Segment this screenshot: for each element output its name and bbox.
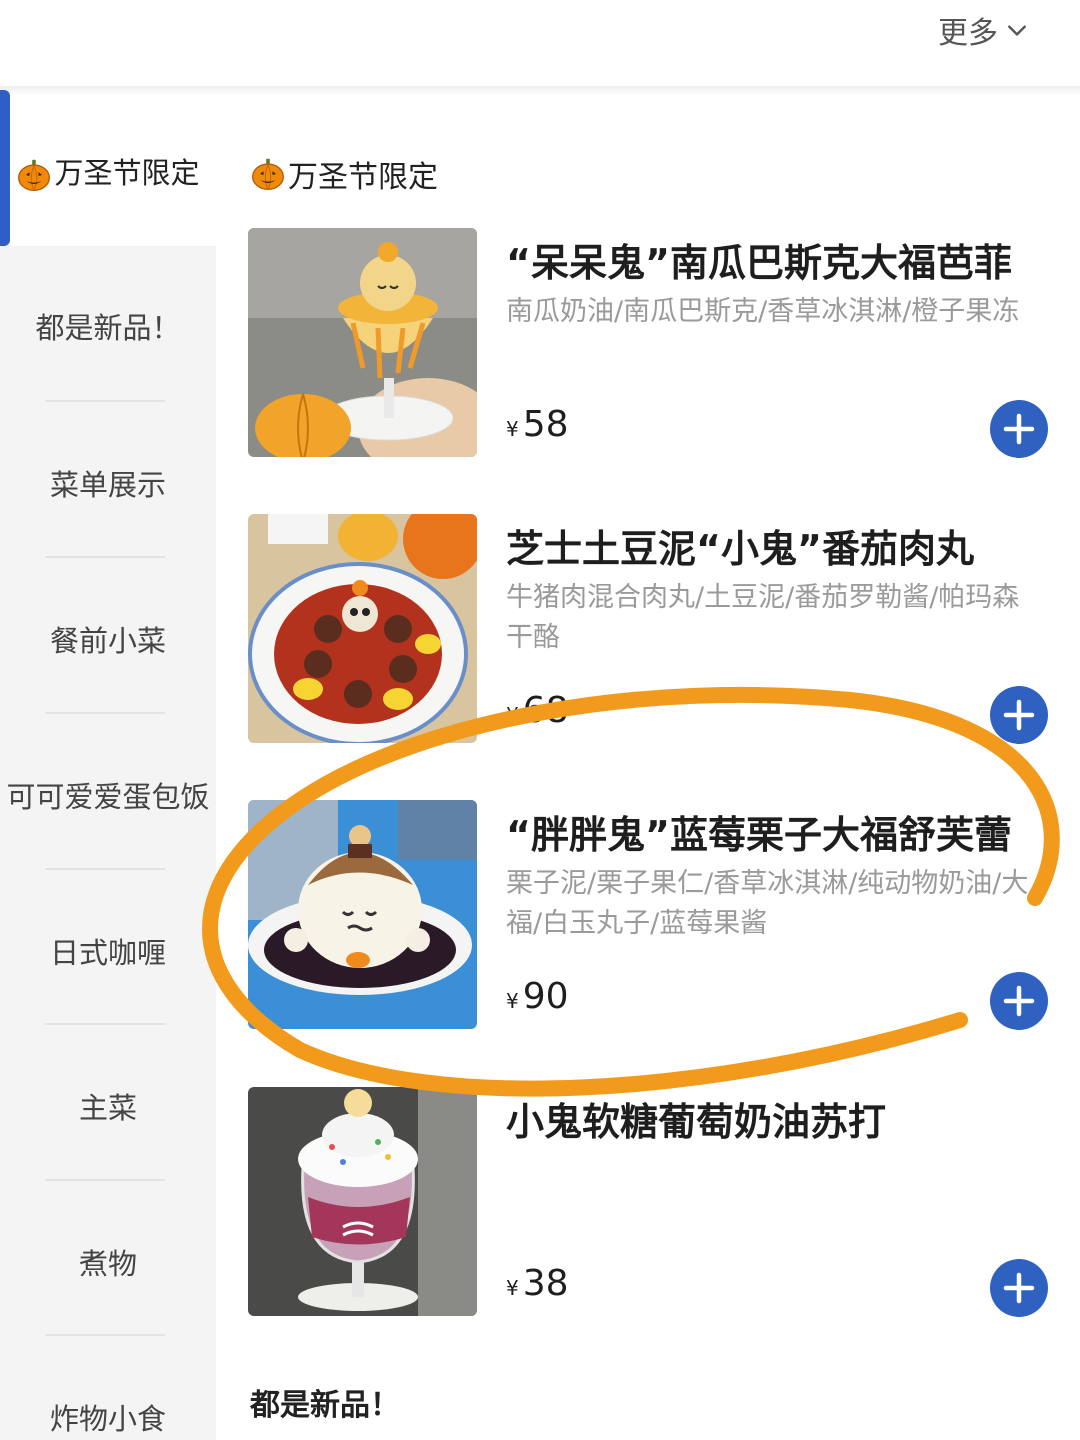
sidebar-item-label: 可可爱爱蛋包饭 [6, 780, 210, 814]
sidebar-item-menu[interactable]: 菜单展示 [0, 462, 216, 504]
price-value: 90 [522, 976, 569, 1017]
item-name: 小鬼软糖葡萄奶油苏打 [506, 1100, 887, 1144]
add-to-cart-button[interactable] [990, 400, 1048, 458]
item-description: 南瓜奶油/南瓜巴斯克/香草冰淇淋/橙子果冻 [506, 296, 1020, 327]
sidebar-divider [45, 712, 165, 714]
add-to-cart-button[interactable] [990, 1259, 1048, 1317]
sidebar-item-label: 菜单展示 [49, 468, 166, 502]
top-bar: 更多 [0, 0, 1080, 88]
sidebar-divider [45, 400, 165, 402]
sidebar-divider [45, 868, 165, 870]
sidebar-item-halloween[interactable]: 万圣节限定 [0, 150, 216, 193]
section-title: 万圣节限定 [250, 152, 438, 196]
next-section-title: 都是新品！ [250, 1388, 400, 1423]
plus-icon [1003, 699, 1035, 731]
sidebar-item-label: 万圣节限定 [54, 156, 200, 190]
plus-icon [1003, 985, 1035, 1017]
sidebar-item-fried[interactable]: 炸物小食 [0, 1396, 216, 1438]
sidebar-item-label: 主菜 [78, 1091, 137, 1125]
sidebar-divider [45, 556, 165, 558]
price-value: 58 [522, 404, 569, 445]
item-description: 牛猪肉混合肉丸/土豆泥/番茄罗勒酱/帕玛森干酪 [506, 582, 1020, 653]
sidebar-item-label: 都是新品！ [35, 311, 181, 345]
plus-icon [1003, 413, 1035, 445]
sidebar-item-label: 餐前小菜 [49, 624, 166, 658]
sidebar-item-curry[interactable]: 日式咖喱 [0, 930, 216, 972]
section-title-label: 万圣节限定 [288, 160, 438, 195]
category-sidebar [0, 96, 216, 1440]
more-button[interactable]: 更多 [938, 8, 1028, 52]
price-value: 68 [522, 690, 569, 731]
pumpkin-icon [18, 159, 51, 191]
add-to-cart-button[interactable] [990, 686, 1048, 744]
more-label: 更多 [938, 16, 998, 51]
sidebar-item-label: 炸物小食 [49, 1402, 166, 1436]
item-name: 芝士土豆泥“小鬼”番茄肉丸 [506, 527, 974, 571]
menu-item[interactable]: “胖胖鬼”蓝莓栗子大福舒芙蕾 栗子泥/栗子果仁/香草冰淇淋/纯动物奶油/大福/白… [248, 800, 1048, 1030]
plus-icon [1003, 1272, 1035, 1304]
sidebar-item-appetizers[interactable]: 餐前小菜 [0, 618, 216, 660]
sidebar-item-omurice[interactable]: 可可爱爱蛋包饭 [0, 774, 216, 816]
item-photo [248, 800, 477, 1029]
currency-symbol: ¥ [506, 1276, 519, 1300]
item-price: ¥90 [506, 976, 569, 1017]
menu-item[interactable]: 芝士土豆泥“小鬼”番茄肉丸 牛猪肉混合肉丸/土豆泥/番茄罗勒酱/帕玛森干酪 ¥6… [248, 514, 1048, 744]
item-description: 栗子泥/栗子果仁/香草冰淇淋/纯动物奶油/大福/白玉丸子/蓝莓果酱 [506, 868, 1029, 939]
pumpkin-icon [252, 158, 284, 190]
item-name: “胖胖鬼”蓝莓栗子大福舒芙蕾 [506, 813, 1012, 857]
add-to-cart-button[interactable] [990, 972, 1048, 1030]
menu-item[interactable]: 小鬼软糖葡萄奶油苏打 ¥38 [248, 1087, 1048, 1317]
sidebar-item-label: 日式咖喱 [49, 936, 166, 970]
price-value: 38 [522, 1263, 569, 1304]
menu-item[interactable]: “呆呆鬼”南瓜巴斯克大福芭菲 南瓜奶油/南瓜巴斯克/香草冰淇淋/橙子果冻 ¥58 [248, 228, 1048, 458]
item-price: ¥68 [506, 690, 569, 731]
sidebar-item-new[interactable]: 都是新品！ [0, 305, 216, 347]
item-price: ¥58 [506, 404, 569, 445]
item-photo [248, 514, 477, 743]
header-divider [0, 86, 1080, 96]
item-photo [248, 1087, 477, 1316]
sidebar-item-label: 煮物 [78, 1247, 137, 1281]
sidebar-divider [45, 1334, 165, 1336]
sidebar-divider [45, 1179, 165, 1181]
sidebar-item-main-dishes[interactable]: 主菜 [0, 1085, 216, 1127]
sidebar-item-stews[interactable]: 煮物 [0, 1241, 216, 1283]
currency-symbol: ¥ [506, 417, 519, 441]
currency-symbol: ¥ [506, 989, 519, 1013]
item-price: ¥38 [506, 1263, 569, 1304]
item-name: “呆呆鬼”南瓜巴斯克大福芭菲 [506, 241, 1012, 285]
currency-symbol: ¥ [506, 703, 519, 727]
chevron-down-icon [1008, 25, 1026, 36]
sidebar-divider [45, 1023, 165, 1025]
item-photo [248, 228, 477, 457]
